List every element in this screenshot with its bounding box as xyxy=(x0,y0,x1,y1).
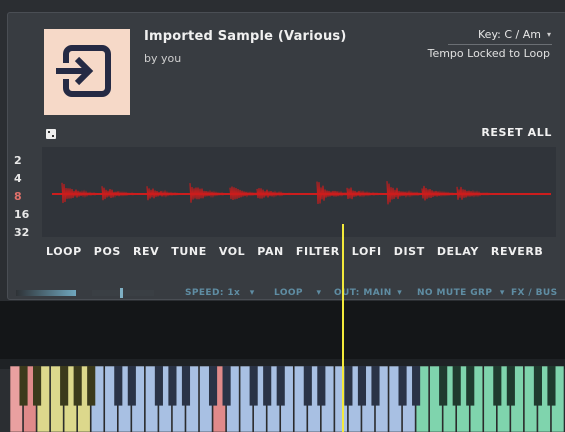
piano-black-key xyxy=(263,366,272,406)
piano-black-key xyxy=(222,366,231,406)
chevron-down-icon: ▾ xyxy=(249,288,255,298)
pan-slider[interactable] xyxy=(92,288,154,298)
sequencer-strip xyxy=(0,301,565,359)
piano-black-key xyxy=(344,366,353,406)
piano-black-key xyxy=(439,366,448,406)
chevron-down-icon: ▾ xyxy=(546,30,551,39)
loop-dropdown[interactable]: LOOP ▾ xyxy=(274,288,321,298)
piano-black-key xyxy=(276,366,285,406)
sample-title: Imported Sample (Various) xyxy=(144,29,347,44)
mute-group-dropdown[interactable]: NO MUTE GRP ▾ xyxy=(417,288,505,298)
waveform-transient xyxy=(101,186,138,201)
reset-all-button[interactable]: RESET ALL xyxy=(481,126,552,139)
piano-black-key xyxy=(533,366,542,406)
pitch-option[interactable]: 32 xyxy=(14,224,36,242)
piano-black-key xyxy=(208,366,218,406)
piano-black-key xyxy=(19,366,28,406)
tempo-status: Tempo Locked to Loop xyxy=(427,47,550,60)
piano-black-key xyxy=(114,366,123,406)
piano-black-key xyxy=(87,366,96,406)
fx-bus-button[interactable]: FX / BUS xyxy=(511,288,558,298)
piano-black-key xyxy=(249,366,258,406)
pitch-option[interactable]: 16 xyxy=(14,206,36,224)
piano-black-key xyxy=(506,366,515,406)
piano-black-key xyxy=(181,366,191,406)
import-arrow-icon xyxy=(56,45,111,97)
piano-black-key xyxy=(303,366,312,406)
piano-keyboard[interactable] xyxy=(10,366,565,432)
waveform-transient xyxy=(61,182,98,203)
piano-black-key xyxy=(60,366,69,406)
piano-black-key xyxy=(547,366,556,406)
tab-filter[interactable]: FILTER xyxy=(296,245,340,258)
piano-black-key xyxy=(33,366,42,406)
pitch-selector: 2 4 8 16 32 xyxy=(14,152,36,242)
piano-black-key xyxy=(466,366,475,406)
tab-delay[interactable]: DELAY xyxy=(437,245,479,258)
waveform-transient xyxy=(256,188,293,199)
waveform-transient xyxy=(421,185,458,201)
piano-black-key xyxy=(371,366,380,406)
pitch-option-active[interactable]: 8 xyxy=(14,188,36,206)
chevron-down-icon: ▾ xyxy=(316,288,322,298)
key-selector[interactable]: Key: C / Am ▾ xyxy=(478,28,551,41)
dice-icon[interactable] xyxy=(46,129,56,139)
effect-tabs: LOOP POS REV TUNE VOL PAN FILTER LOFI DI… xyxy=(46,245,543,258)
sample-artwork[interactable] xyxy=(44,29,130,115)
sample-author: by you xyxy=(144,52,182,65)
tab-pos[interactable]: POS xyxy=(94,245,121,258)
pitch-option[interactable]: 4 xyxy=(14,170,36,188)
piano-black-key xyxy=(493,366,502,406)
waveform-transient xyxy=(456,186,493,200)
waveform-transient xyxy=(316,181,353,204)
piano-black-key xyxy=(73,366,82,406)
tab-pan[interactable]: PAN xyxy=(257,245,284,258)
piano-black-key xyxy=(398,366,407,406)
piano-black-key xyxy=(452,366,461,406)
piano-black-key xyxy=(412,366,421,406)
tab-dist[interactable]: DIST xyxy=(394,245,425,258)
waveform-transient xyxy=(146,186,183,201)
tab-loop[interactable]: LOOP xyxy=(46,245,82,258)
tab-rev[interactable]: REV xyxy=(133,245,159,258)
piano-black-key xyxy=(357,366,367,406)
playhead-cursor[interactable] xyxy=(342,224,344,432)
waveform-transient xyxy=(386,181,423,205)
loop-label: LOOP xyxy=(274,288,303,298)
piano-black-key xyxy=(127,366,136,406)
key-underline xyxy=(448,44,552,45)
output-dropdown[interactable]: OUT: MAIN ▾ xyxy=(334,288,402,298)
waveform-transient xyxy=(189,183,226,203)
speed-dropdown[interactable]: SPEED: 1x ▾ xyxy=(185,288,255,298)
piano-black-key xyxy=(154,366,163,406)
waveform-display[interactable] xyxy=(42,147,556,237)
piano-black-key xyxy=(168,366,177,406)
tab-tune[interactable]: TUNE xyxy=(171,245,207,258)
waveform-transient xyxy=(346,187,383,200)
piano-black-key xyxy=(317,366,326,406)
chevron-down-icon: ▾ xyxy=(499,288,505,298)
speed-label: SPEED: 1x xyxy=(185,288,241,298)
volume-slider[interactable] xyxy=(16,290,76,296)
tab-vol[interactable]: VOL xyxy=(219,245,245,258)
waveform xyxy=(52,181,551,205)
mute-group-label: NO MUTE GRP xyxy=(417,288,493,298)
pitch-option[interactable]: 2 xyxy=(14,152,36,170)
tab-reverb[interactable]: REVERB xyxy=(491,245,543,258)
tab-lofi[interactable]: LOFI xyxy=(352,245,382,258)
pan-slider-thumb[interactable] xyxy=(120,288,123,298)
chevron-down-icon: ▾ xyxy=(397,288,403,298)
key-label: Key: C / Am xyxy=(478,28,541,41)
